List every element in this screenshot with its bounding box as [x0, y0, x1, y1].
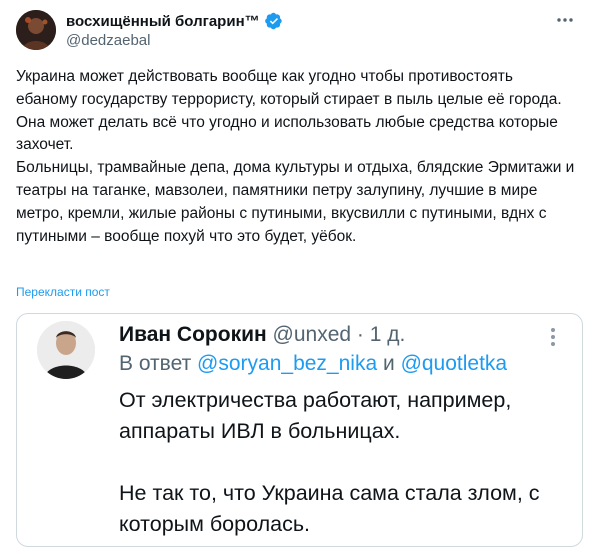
tweet: восхищённый болгарин™ @dedzaebal Украина… [0, 0, 589, 555]
quoted-paragraph: Не так то, что Украина сама стала злом, … [119, 481, 540, 536]
tweet-paragraph: Больницы, трамвайные депа, дома культуры… [16, 159, 575, 245]
more-options-icon[interactable] [553, 8, 577, 32]
translate-post-link[interactable]: Перекласти пост [16, 285, 110, 299]
quoted-timestamp[interactable]: 1 д. [370, 323, 406, 346]
author-display-name[interactable]: восхищённый болгарин™ [66, 13, 260, 30]
tweet-text: Украина может действовать вообще как уго… [16, 66, 576, 248]
tweet-paragraph: Она может делать всё что угодно и исполь… [16, 113, 558, 154]
quoted-paragraph: От электричества работают, например, апп… [119, 388, 512, 443]
user-avatar-icon [37, 321, 95, 379]
quoted-author-handle[interactable]: @unxed [273, 323, 352, 346]
separator-dot: · [356, 323, 364, 346]
author-avatar[interactable] [16, 10, 56, 50]
verified-badge-icon [264, 12, 282, 30]
reply-and: и [382, 352, 395, 375]
author-handle[interactable]: @dedzaebal [66, 32, 150, 49]
tweet-paragraph: Украина может действовать вообще как уго… [16, 68, 562, 108]
reply-context: В ответ @soryan_bez_nika и @quotletka [119, 352, 507, 376]
reply-prefix: В ответ [119, 352, 192, 375]
mention-link[interactable]: @soryan_bez_nika [197, 352, 377, 375]
quoted-author-avatar[interactable] [37, 321, 95, 379]
user-avatar-icon [16, 10, 56, 50]
quoted-tweet-card[interactable]: Иван Сорокин @unxed · 1 д. В ответ @sory… [16, 313, 583, 547]
quoted-author-name[interactable]: Иван Сорокин [119, 323, 267, 346]
quoted-header: Иван Сорокин @unxed · 1 д. [119, 323, 405, 347]
mention-link[interactable]: @quotletka [401, 352, 508, 375]
more-options-icon[interactable] [546, 325, 560, 349]
quoted-tweet-text: От электричества работают, например, апп… [119, 385, 579, 546]
author-name-row: восхищённый болгарин™ [66, 12, 283, 30]
